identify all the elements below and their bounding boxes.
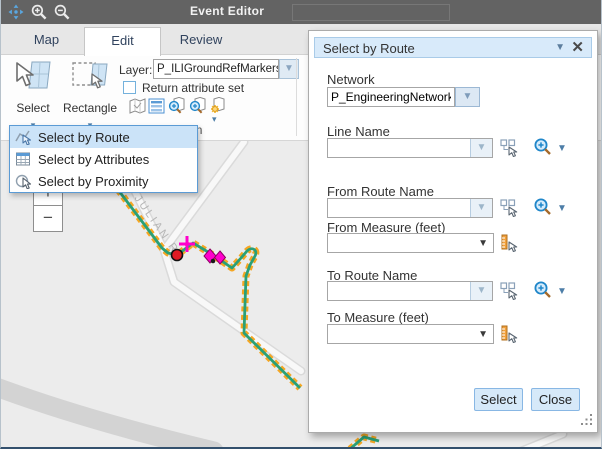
line-name-map-picker-icon[interactable] bbox=[500, 139, 518, 157]
titlebar-placeholder bbox=[292, 4, 450, 21]
to-route-combobox[interactable]: ▼ bbox=[327, 281, 493, 301]
close-button[interactable]: Close bbox=[531, 388, 580, 411]
panel-header[interactable]: Select by Route ▼ ✕ bbox=[314, 37, 592, 58]
from-measure-picker-icon[interactable] bbox=[500, 234, 518, 252]
to-measure-label: To Measure (feet) bbox=[327, 310, 429, 325]
to-measure-combobox[interactable]: ▼ bbox=[327, 324, 494, 344]
rectangle-tool-button[interactable]: Rectangle ▾ bbox=[61, 58, 119, 133]
from-measure-input[interactable] bbox=[328, 234, 468, 252]
return-attribute-set-label: Return attribute set bbox=[142, 81, 244, 95]
network-combobox[interactable] bbox=[327, 87, 455, 107]
line-name-label: Line Name bbox=[327, 124, 390, 139]
to-route-map-picker-icon[interactable] bbox=[500, 282, 518, 300]
network-input[interactable] bbox=[328, 88, 454, 106]
from-route-map-picker-icon[interactable] bbox=[500, 199, 518, 217]
zoom-to-selection-button[interactable] bbox=[167, 97, 186, 115]
event-point-red bbox=[172, 250, 183, 261]
ribbon-group-divider bbox=[296, 58, 297, 136]
panel-close-icon[interactable]: ✕ bbox=[571, 38, 584, 56]
panel-collapse-icon[interactable]: ▼ bbox=[555, 42, 565, 53]
from-route-arrow-icon[interactable]: ▼ bbox=[470, 199, 492, 217]
menu-item-select-by-attributes[interactable]: Select by Attributes bbox=[10, 148, 197, 170]
from-route-combobox[interactable]: ▼ bbox=[327, 198, 493, 218]
menu-item-label: Select by Attributes bbox=[38, 152, 149, 167]
select-button[interactable]: Select bbox=[474, 388, 523, 411]
event-points bbox=[172, 236, 226, 264]
select-by-proximity-icon bbox=[15, 173, 32, 189]
menu-item-select-by-route[interactable]: Select by Route bbox=[10, 126, 197, 148]
select-tool-menu: Select by Route Select by Attributes Sel… bbox=[9, 125, 198, 193]
rectangle-tool-label: Rectangle bbox=[61, 101, 119, 115]
to-route-input[interactable] bbox=[328, 282, 470, 300]
select-tool-icon bbox=[5, 58, 61, 99]
from-measure-combobox[interactable]: ▼ bbox=[327, 233, 494, 253]
select-tool-label: Select bbox=[5, 101, 61, 115]
tab-review[interactable]: Review bbox=[161, 24, 241, 55]
line-name-arrow-icon[interactable]: ▼ bbox=[470, 139, 492, 157]
tab-map[interactable]: Map bbox=[9, 24, 84, 55]
line-name-zoom-icon[interactable] bbox=[533, 137, 553, 157]
to-route-zoom-caret-icon[interactable]: ▼ bbox=[557, 286, 567, 297]
zoom-in-icon[interactable] bbox=[30, 3, 48, 21]
to-route-zoom-icon[interactable] bbox=[533, 280, 553, 300]
panel-resize-grip[interactable] bbox=[580, 413, 593, 426]
clear-selection-button[interactable] bbox=[128, 97, 147, 115]
panel-title: Select by Route bbox=[323, 41, 415, 56]
map-zoom-out-button[interactable]: − bbox=[33, 206, 63, 232]
event-vertex-dot bbox=[211, 259, 216, 264]
titlebar: Event Editor bbox=[1, 0, 601, 24]
select-tool-button[interactable]: Select ▾ bbox=[5, 58, 61, 133]
select-by-route-icon bbox=[15, 129, 32, 145]
from-route-label: From Route Name bbox=[327, 184, 434, 199]
zoom-out-icon[interactable] bbox=[53, 3, 71, 21]
from-route-zoom-caret-icon[interactable]: ▼ bbox=[557, 203, 567, 214]
network-arrow-icon[interactable]: ▼ bbox=[455, 87, 480, 107]
to-measure-picker-icon[interactable] bbox=[500, 325, 518, 343]
tab-edit[interactable]: Edit bbox=[84, 27, 161, 56]
selection-attributes-button[interactable] bbox=[147, 97, 166, 115]
layer-select[interactable]: P_ILIGroundRefMarkers bbox=[153, 59, 279, 79]
event-editor-window: Event Editor Map Edit Review Select ▾ Re… bbox=[0, 0, 602, 449]
select-by-attributes-icon bbox=[15, 151, 32, 167]
selection-options-button[interactable] bbox=[209, 97, 228, 115]
to-measure-arrow-icon[interactable]: ▼ bbox=[478, 329, 488, 340]
app-title: Event Editor bbox=[190, 4, 264, 18]
line-name-combobox[interactable]: ▼ bbox=[327, 138, 493, 158]
to-measure-input[interactable] bbox=[328, 325, 468, 343]
return-attribute-set-checkbox[interactable] bbox=[123, 81, 136, 94]
menu-item-label: Select by Proximity bbox=[38, 174, 149, 189]
rectangle-tool-icon bbox=[61, 58, 119, 99]
from-route-input[interactable] bbox=[328, 199, 470, 217]
menu-item-select-by-proximity[interactable]: Select by Proximity bbox=[10, 170, 197, 192]
to-route-arrow-icon[interactable]: ▼ bbox=[470, 282, 492, 300]
selection-options-caret-icon[interactable]: ▾ bbox=[212, 115, 217, 123]
from-route-zoom-icon[interactable] bbox=[533, 197, 553, 217]
layer-label: Layer: bbox=[119, 63, 152, 77]
line-name-input[interactable] bbox=[328, 139, 470, 157]
zoom-to-feature-button[interactable] bbox=[188, 97, 207, 115]
menu-item-label: Select by Route bbox=[38, 130, 130, 145]
select-by-route-panel: Select by Route ▼ ✕ Network ▼ Line Name … bbox=[308, 30, 598, 433]
network-label: Network bbox=[327, 72, 375, 87]
from-measure-arrow-icon[interactable]: ▼ bbox=[478, 238, 488, 249]
pan-icon[interactable] bbox=[7, 3, 25, 21]
line-name-zoom-caret-icon[interactable]: ▼ bbox=[557, 143, 567, 154]
